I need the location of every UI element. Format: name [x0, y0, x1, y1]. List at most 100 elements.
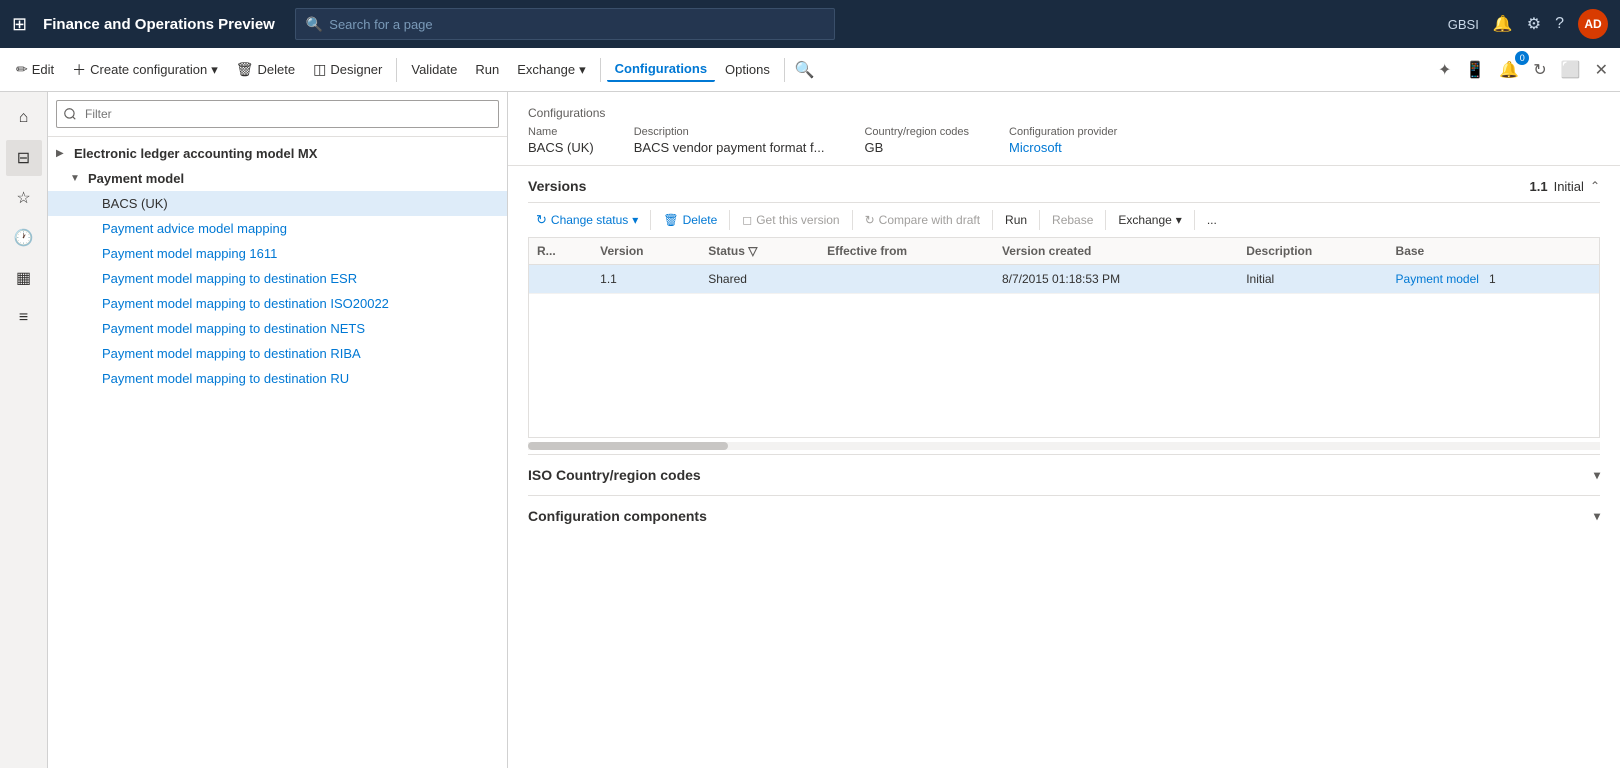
- refresh-icon: ↻: [536, 212, 547, 228]
- iso-section: ISO Country/region codes ▾: [528, 454, 1600, 495]
- components-section-header[interactable]: Configuration components ▾: [528, 496, 1600, 536]
- sidebar-clock-icon[interactable]: 🕐: [6, 220, 42, 256]
- cell-version: 1.1: [592, 265, 700, 294]
- designer-icon: ◫: [313, 61, 326, 78]
- compare-with-draft-button[interactable]: ↻ Compare with draft: [857, 210, 988, 230]
- col-header-effective: Effective from: [819, 238, 994, 265]
- search-input[interactable]: [329, 17, 824, 32]
- ver-separator-3: [852, 210, 853, 230]
- col-header-base: Base: [1388, 238, 1599, 265]
- sidebar-table-icon[interactable]: ▦: [6, 260, 42, 296]
- tree-item-mapping-nets[interactable]: Payment model mapping to destination NET…: [48, 316, 507, 341]
- versions-exchange-dropdown-icon: ▾: [1176, 213, 1182, 227]
- refresh-icon[interactable]: ↻: [1529, 56, 1550, 84]
- options-tab[interactable]: Options: [717, 58, 778, 81]
- sidebar-icons: ⌂ ⊟ ☆ 🕐 ▦ ≡: [0, 92, 48, 768]
- plus-icon: ＋: [72, 60, 86, 80]
- versions-section: Versions 1.1 Initial ⌃ ↻ Change status ▾…: [508, 166, 1620, 450]
- delete-button[interactable]: 🗑 Delete: [228, 57, 303, 82]
- sidebar-home-icon[interactable]: ⌂: [6, 100, 42, 136]
- exchange-button[interactable]: Exchange ▾: [509, 58, 593, 82]
- tree-item-label: Payment model mapping 1611: [102, 246, 277, 261]
- components-section-title: Configuration components: [528, 508, 707, 524]
- iso-section-header[interactable]: ISO Country/region codes ▾: [528, 455, 1600, 495]
- phone-icon[interactable]: 📱: [1461, 56, 1489, 84]
- edit-button[interactable]: ✏ Edit: [8, 57, 62, 82]
- designer-button[interactable]: ◫ Designer: [305, 57, 390, 82]
- tree-item-payment-model[interactable]: ▼ Payment model: [48, 166, 507, 191]
- search-toolbar-icon[interactable]: 🔍: [791, 56, 819, 84]
- description-label: Description: [634, 126, 825, 138]
- versions-table: R... Version Status ▽ Effective from Ver…: [529, 238, 1599, 294]
- sidebar-list-icon[interactable]: ≡: [6, 300, 42, 336]
- configurations-tab[interactable]: Configurations: [607, 57, 715, 82]
- table-row[interactable]: 1.1 Shared 8/7/2015 01:18:53 PM Initial …: [529, 265, 1599, 294]
- sidebar-filter-icon[interactable]: ⊟: [6, 140, 42, 176]
- section-header: Versions 1.1 Initial ⌃: [528, 166, 1600, 203]
- toolbar: ✏ Edit ＋ Create configuration ▾ 🗑 Delete…: [0, 48, 1620, 92]
- app-title: Finance and Operations Preview: [43, 16, 275, 33]
- tree-item-mapping-esr[interactable]: Payment model mapping to destination ESR: [48, 266, 507, 291]
- toolbar-right: ✦ 📱 🔔 0 ↻ ⬜ ✕: [1434, 56, 1612, 84]
- base-link[interactable]: Payment model: [1396, 272, 1479, 286]
- tree-item-payment-advice[interactable]: Payment advice model mapping: [48, 216, 507, 241]
- validate-button[interactable]: Validate: [403, 58, 465, 81]
- section-version-badge: 1.1 Initial ⌃: [1530, 179, 1601, 194]
- tree-item-label: Payment model mapping to destination ISO…: [102, 296, 389, 311]
- rebase-button[interactable]: Rebase: [1044, 210, 1101, 230]
- expand-icon-payment: ▼: [70, 173, 84, 184]
- restore-icon[interactable]: ⬜: [1557, 56, 1585, 84]
- tree-item-electronic-ledger[interactable]: ▶ Electronic ledger accounting model MX: [48, 141, 507, 166]
- provider-value[interactable]: Microsoft: [1009, 140, 1117, 155]
- create-config-button[interactable]: ＋ Create configuration ▾: [64, 56, 226, 84]
- config-fields: Name BACS (UK) Description BACS vendor p…: [528, 126, 1600, 155]
- tree-item-bacs-uk[interactable]: BACS (UK): [48, 191, 507, 216]
- get-this-version-button[interactable]: ◻ Get this version: [734, 210, 847, 230]
- tree-filter-input[interactable]: [56, 100, 499, 128]
- main-layout: ⌂ ⊟ ☆ 🕐 ▦ ≡ ▶ Electronic ledger accounti…: [0, 92, 1620, 768]
- ver-separator-1: [650, 210, 651, 230]
- versions-delete-button[interactable]: 🗑 Delete: [655, 210, 725, 230]
- tree-item-mapping-iso20022[interactable]: Payment model mapping to destination ISO…: [48, 291, 507, 316]
- sparkle-icon[interactable]: ✦: [1434, 56, 1455, 84]
- settings-icon[interactable]: ⚙: [1527, 14, 1541, 34]
- versions-exchange-button[interactable]: Exchange ▾: [1110, 210, 1189, 230]
- create-config-dropdown-icon: ▾: [211, 62, 218, 78]
- grid-icon[interactable]: ⊞: [12, 14, 27, 35]
- col-header-r: R...: [529, 238, 592, 265]
- more-button[interactable]: ...: [1199, 210, 1225, 230]
- tree-item-mapping-1611[interactable]: Payment model mapping 1611: [48, 241, 507, 266]
- versions-run-button[interactable]: Run: [997, 210, 1035, 230]
- notification-icon[interactable]: 🔔: [1493, 14, 1513, 34]
- username-label: GBSI: [1448, 17, 1479, 32]
- iso-chevron-icon: ▾: [1594, 468, 1600, 482]
- main-content: Configurations Name BACS (UK) Descriptio…: [508, 92, 1620, 768]
- ver-separator-2: [729, 210, 730, 230]
- delete-icon: 🗑: [236, 61, 254, 78]
- components-section: Configuration components ▾: [528, 495, 1600, 536]
- change-status-button[interactable]: ↻ Change status ▾: [528, 209, 646, 231]
- sidebar-star-icon[interactable]: ☆: [6, 180, 42, 216]
- col-header-status: Status ▽: [700, 238, 819, 265]
- scroll-thumb[interactable]: [528, 442, 728, 450]
- cell-effective: [819, 265, 994, 294]
- name-label: Name: [528, 126, 594, 138]
- status-filter-icon[interactable]: ▽: [748, 244, 757, 258]
- avatar[interactable]: AD: [1578, 9, 1608, 39]
- tree-item-mapping-ru[interactable]: Payment model mapping to destination RU: [48, 366, 507, 391]
- collapse-icon[interactable]: ⌃: [1590, 179, 1600, 193]
- compare-icon: ↻: [865, 213, 875, 227]
- config-field-name: Name BACS (UK): [528, 126, 594, 155]
- provider-label: Configuration provider: [1009, 126, 1117, 138]
- notification-toolbar-icon[interactable]: 🔔 0: [1495, 56, 1523, 84]
- col-header-description: Description: [1238, 238, 1387, 265]
- change-status-dropdown-icon: ▾: [632, 213, 638, 227]
- col-header-created: Version created: [994, 238, 1238, 265]
- expand-icon-electronic: ▶: [56, 148, 70, 159]
- help-icon[interactable]: ?: [1555, 15, 1564, 33]
- tree-item-label: Payment advice model mapping: [102, 221, 287, 236]
- tree-item-mapping-riba[interactable]: Payment model mapping to destination RIB…: [48, 341, 507, 366]
- close-icon[interactable]: ✕: [1591, 56, 1612, 84]
- search-bar[interactable]: 🔍: [295, 8, 835, 40]
- run-button[interactable]: Run: [467, 58, 507, 81]
